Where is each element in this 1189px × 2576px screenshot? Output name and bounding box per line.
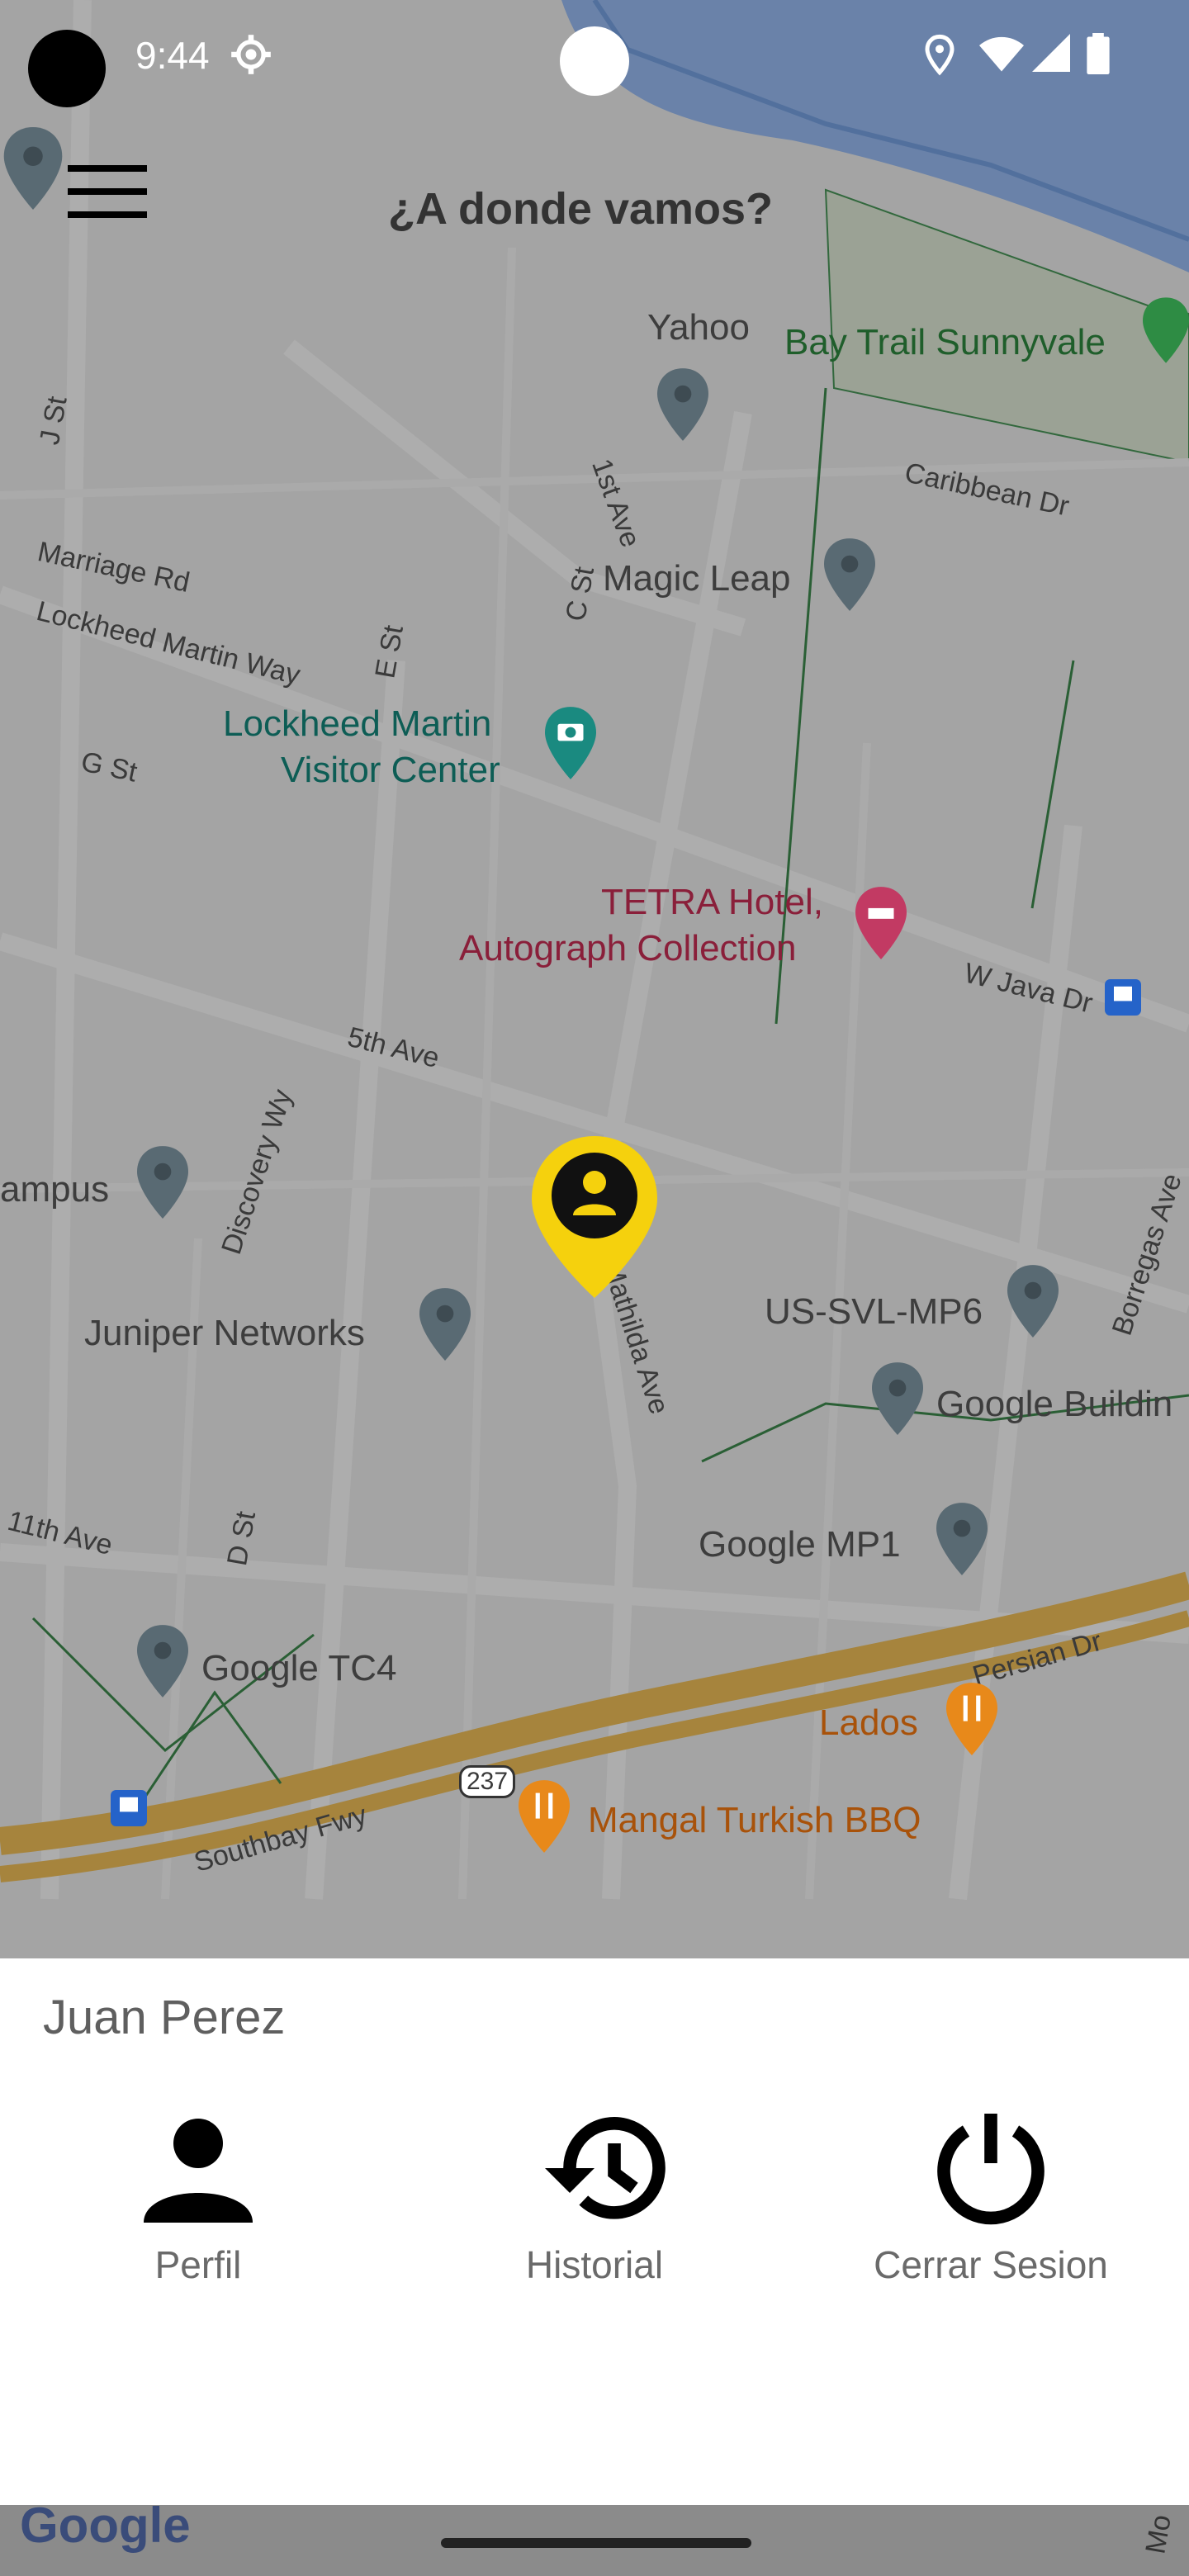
settings-icon bbox=[231, 35, 271, 74]
map-pin-icon bbox=[137, 1625, 188, 1698]
map-pin-icon bbox=[419, 1288, 471, 1361]
person-icon bbox=[144, 2119, 253, 2223]
wifi-icon bbox=[979, 36, 1024, 72]
history-button[interactable]: Historial bbox=[396, 2109, 793, 2287]
user-location-marker[interactable] bbox=[532, 1136, 657, 1298]
map-pin-icon bbox=[3, 127, 63, 210]
camera-pin-icon bbox=[545, 707, 596, 779]
place-label: Visitor Center bbox=[281, 750, 500, 790]
map-pin-icon bbox=[1007, 1265, 1059, 1338]
map-pin-icon bbox=[137, 1146, 188, 1219]
place-label: Bay Trail Sunnyvale bbox=[784, 322, 1106, 362]
place-label: Google MP1 bbox=[699, 1524, 901, 1565]
history-label: Historial bbox=[525, 2243, 664, 2286]
battery-icon bbox=[1087, 33, 1110, 74]
profile-label: Perfil bbox=[154, 2243, 242, 2286]
hotel-pin-icon bbox=[855, 887, 907, 959]
place-label: Lockheed Martin bbox=[223, 703, 492, 744]
logout-button[interactable]: Cerrar Sesion bbox=[793, 2109, 1189, 2287]
user-name: Juan Perez bbox=[43, 1991, 286, 2044]
profile-button[interactable]: Perfil bbox=[0, 2109, 396, 2287]
page-title: ¿A donde vamos? bbox=[388, 184, 774, 234]
map-pin-icon bbox=[872, 1362, 923, 1435]
google-logo: Google bbox=[20, 2498, 191, 2553]
highway-shield: 237 bbox=[459, 1765, 516, 1798]
place-label: ampus bbox=[0, 1169, 110, 1210]
restaurant-pin-icon bbox=[946, 1683, 997, 1755]
menu-icon-line bbox=[68, 211, 147, 218]
place-label: Magic Leap bbox=[603, 558, 791, 599]
map-pin-icon bbox=[657, 368, 708, 441]
front-camera-dot bbox=[560, 26, 629, 96]
place-label: Google TC4 bbox=[201, 1648, 397, 1688]
map-pin-icon bbox=[936, 1503, 988, 1575]
logout-label: Cerrar Sesion bbox=[874, 2243, 1108, 2286]
place-label: Autograph Collection bbox=[459, 928, 797, 968]
place-label: US-SVL-MP6 bbox=[765, 1291, 983, 1332]
place-label: Yahoo bbox=[647, 307, 750, 348]
street-label: Mo bbox=[1139, 2512, 1177, 2556]
profile-bottom-sheet: Juan Perez Perfil Historial Cerrar Sesio… bbox=[0, 1958, 1189, 2505]
signal-icon bbox=[1032, 34, 1070, 72]
transit-icon bbox=[111, 1790, 147, 1826]
camera-cutout bbox=[28, 30, 106, 107]
menu-button[interactable] bbox=[68, 165, 147, 221]
place-label: Juniper Networks bbox=[84, 1313, 365, 1353]
place-label: Google Buildin bbox=[936, 1384, 1173, 1424]
power-icon bbox=[937, 2114, 1045, 2225]
history-icon bbox=[545, 2117, 666, 2219]
hiking-pin-icon bbox=[1143, 297, 1189, 363]
menu-icon-line bbox=[68, 165, 147, 172]
place-label: Mangal Turkish BBQ bbox=[588, 1800, 921, 1840]
place-label: TETRA Hotel, bbox=[601, 882, 823, 922]
place-label: Lados bbox=[819, 1702, 918, 1743]
restaurant-pin-icon bbox=[519, 1780, 570, 1853]
transit-icon bbox=[1105, 979, 1141, 1016]
status-bar: 9:44 bbox=[0, 0, 1189, 116]
menu-icon-line bbox=[68, 188, 147, 195]
map-pin-icon bbox=[824, 538, 875, 611]
gesture-handle[interactable] bbox=[441, 2538, 751, 2548]
location-icon bbox=[925, 34, 955, 76]
status-time: 9:44 bbox=[135, 34, 210, 77]
